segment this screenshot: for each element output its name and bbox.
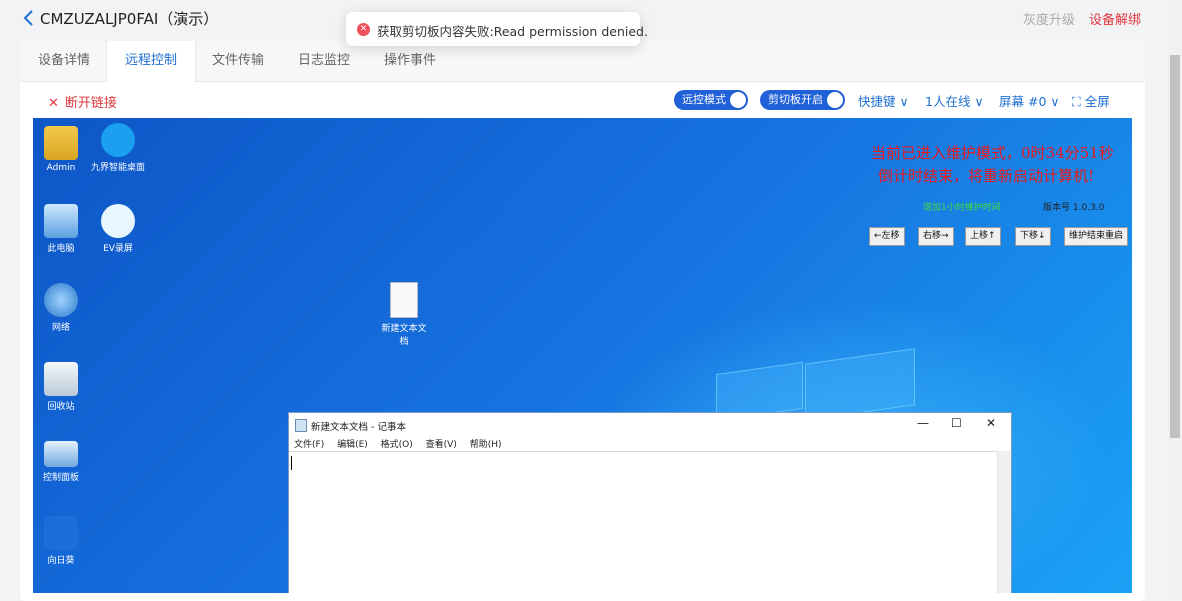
icon-label: 网络 bbox=[51, 323, 70, 333]
move-up-button[interactable]: 上移↑ bbox=[965, 227, 1001, 246]
icon-label: 新建文本文档 bbox=[381, 324, 427, 347]
desktop-icon-control-panel[interactable]: 控制面板 bbox=[33, 441, 96, 483]
gray-upgrade-link[interactable]: 灰度升级 bbox=[1023, 9, 1075, 28]
fullscreen-label: 全屏 bbox=[1084, 94, 1110, 109]
menu-file[interactable]: 文件(F) bbox=[294, 440, 324, 450]
notepad-scrollbar[interactable] bbox=[997, 451, 1011, 593]
device-unbind-link[interactable]: 设备解绑 bbox=[1089, 9, 1141, 28]
menu-edit[interactable]: 编辑(E) bbox=[337, 440, 368, 450]
desktop-icon-jiujie[interactable]: 九界智能桌面 bbox=[83, 123, 153, 173]
icon-label: EV录屏 bbox=[103, 244, 133, 254]
desktop-icon-network[interactable]: 网络 bbox=[33, 283, 96, 333]
move-right-button[interactable]: 右移→ bbox=[918, 227, 954, 246]
computer-icon bbox=[44, 204, 78, 238]
clipboard-toggle[interactable]: 剪切板开启 bbox=[760, 90, 845, 110]
icon-label: 回收站 bbox=[47, 402, 75, 412]
desktop-icon-ev-recorder[interactable]: EV录屏 bbox=[83, 204, 153, 254]
online-users-dropdown[interactable]: 1人在线 ∨ bbox=[925, 91, 984, 110]
minimize-icon[interactable]: — bbox=[917, 416, 929, 430]
toast-message: 获取剪切板内容失败:Read permission denied. bbox=[377, 24, 648, 39]
menu-format[interactable]: 格式(O) bbox=[381, 440, 413, 450]
menu-help[interactable]: 帮助(H) bbox=[470, 440, 502, 450]
user-folder-icon bbox=[44, 126, 78, 160]
text-document-icon bbox=[390, 282, 418, 318]
clipboard-label: 剪切板开启 bbox=[768, 93, 823, 106]
error-toast: ✕ 获取剪切板内容失败:Read permission denied. bbox=[346, 12, 648, 46]
move-left-button[interactable]: ←左移 bbox=[869, 227, 905, 246]
tab-device-details[interactable]: 设备详情 bbox=[20, 41, 108, 81]
extend-maintenance-link[interactable]: 增加1小时维护时间 bbox=[923, 200, 1001, 213]
fullscreen-icon: ⛶ bbox=[1072, 94, 1081, 109]
online-label: 1人在线 bbox=[925, 94, 971, 109]
notepad-title: 新建文本文档 - 记事本 bbox=[311, 422, 406, 433]
sunlogin-icon bbox=[44, 516, 78, 550]
notepad-window[interactable]: 新建文本文档 - 记事本 — ☐ ✕ 文件(F) 编辑(E) 格式(O) 查看(… bbox=[288, 412, 1012, 593]
disconnect-label: 断开链接 bbox=[64, 96, 117, 111]
tab-file-transfer[interactable]: 文件传输 bbox=[194, 41, 282, 81]
toggle-knob bbox=[730, 92, 746, 108]
desktop-icon-recycle-bin[interactable]: 回收站 bbox=[33, 362, 96, 412]
chevron-down-icon: ∨ bbox=[1050, 94, 1060, 109]
notepad-text-area[interactable] bbox=[289, 451, 997, 593]
screen-select-dropdown[interactable]: 屏幕 #0 ∨ bbox=[999, 91, 1060, 110]
maximize-icon[interactable]: ☐ bbox=[951, 416, 962, 430]
scrollbar-thumb[interactable] bbox=[1170, 55, 1180, 438]
disconnect-button[interactable]: ✕ 断开链接 bbox=[48, 92, 117, 111]
tab-log-monitor[interactable]: 日志监控 bbox=[280, 41, 368, 81]
device-title: CMZUZALJP0FAI（演示） bbox=[40, 10, 219, 28]
text-caret bbox=[291, 456, 292, 470]
end-maintenance-restart-button[interactable]: 维护结束重启 bbox=[1064, 227, 1129, 246]
notepad-icon bbox=[295, 419, 307, 432]
desktop-icon-sunlogin[interactable]: 向日葵 bbox=[33, 516, 96, 566]
recycle-bin-icon bbox=[44, 362, 78, 396]
remote-desktop-screen[interactable]: Admin 九界智能桌面 此电脑 EV录屏 网络 回收站 控制面板 向日葵 新建… bbox=[33, 118, 1132, 593]
maintenance-warning-line2: 倒计时结束，将重新启动计算机! bbox=[878, 167, 1095, 185]
control-panel-icon bbox=[44, 441, 78, 467]
close-icon[interactable]: ✕ bbox=[986, 416, 996, 430]
icon-label: 控制面板 bbox=[42, 473, 79, 483]
network-globe-icon bbox=[44, 283, 78, 317]
chevron-down-icon: ∨ bbox=[974, 94, 984, 109]
tab-operation-events[interactable]: 操作事件 bbox=[366, 41, 454, 81]
hotkeys-label: 快捷键 bbox=[858, 94, 896, 109]
tab-remote-control[interactable]: 远程控制 bbox=[106, 41, 197, 82]
version-label: 版本号 1.0.3.0 bbox=[1043, 203, 1105, 213]
move-down-button[interactable]: 下移↓ bbox=[1015, 227, 1051, 246]
remote-mode-label: 远控模式 bbox=[682, 93, 726, 106]
back-arrow-icon[interactable] bbox=[22, 8, 36, 28]
tab-bar: 设备详情 远程控制 文件传输 日志监控 操作事件 bbox=[20, 41, 1145, 82]
icon-label: 向日葵 bbox=[47, 556, 75, 566]
close-icon: ✕ bbox=[48, 96, 59, 111]
icon-label: 九界智能桌面 bbox=[90, 163, 145, 173]
maintenance-warning-line1: 当前已进入维护模式，0时34分51秒 bbox=[871, 144, 1114, 162]
error-icon: ✕ bbox=[357, 23, 370, 36]
remote-mode-toggle[interactable]: 远控模式 bbox=[674, 90, 748, 110]
desktop-icon-new-text-doc[interactable]: 新建文本文档 bbox=[369, 282, 439, 347]
toggle-knob bbox=[827, 92, 843, 108]
hotkeys-dropdown[interactable]: 快捷键 ∨ bbox=[858, 91, 909, 110]
ev-recorder-icon bbox=[101, 204, 135, 238]
fullscreen-button[interactable]: ⛶ 全屏 bbox=[1072, 91, 1110, 110]
notepad-menu-bar: 文件(F) 编辑(E) 格式(O) 查看(V) 帮助(H) bbox=[294, 437, 512, 450]
page-scrollbar[interactable] bbox=[1168, 0, 1182, 593]
screen-label: 屏幕 #0 bbox=[999, 94, 1047, 109]
chevron-down-icon: ∨ bbox=[899, 94, 909, 109]
menu-view[interactable]: 查看(V) bbox=[426, 440, 457, 450]
jiujie-app-icon bbox=[101, 123, 135, 157]
